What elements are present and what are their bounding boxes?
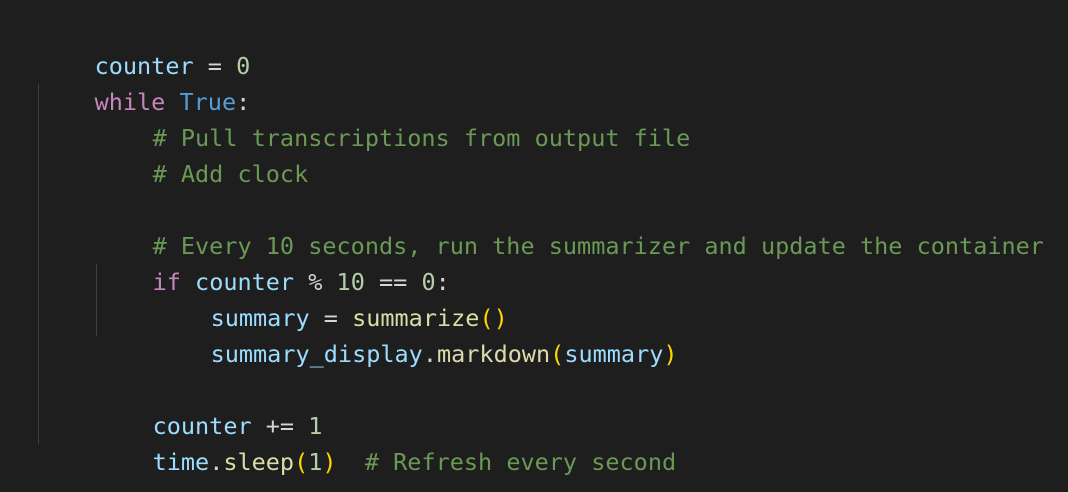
comment: # Refresh every second [364,448,677,476]
code-line-4: # Add clock [96,120,309,188]
open-paren: ( [550,340,565,368]
variable-summary-display: summary_display [210,340,423,368]
comment: # Add clock [152,160,309,188]
argument-summary: summary [564,340,664,368]
dot: . [209,448,224,476]
code-line-2: while True: [38,48,251,116]
code-line-12: time.sleep(1) # Refresh every second [96,408,677,476]
code-editor[interactable]: counter = 0 while True: # Pull transcrip… [0,0,1068,492]
code-line-3: # Pull transcriptions from output file [96,84,691,152]
open-paren: ( [294,448,309,476]
close-paren: ) [322,448,337,476]
function-sleep: sleep [223,448,295,476]
code-line-11: counter += 1 [96,372,323,440]
code-line-6: # Every 10 seconds, run the summarizer a… [96,192,1044,260]
dot: . [422,340,437,368]
method-markdown: markdown [436,340,551,368]
number-literal: 1 [308,448,323,476]
code-line-1: counter = 0 [38,12,251,80]
code-line-7: if counter % 10 == 0: [96,228,450,296]
module-time: time [152,448,210,476]
close-paren: ) [663,340,678,368]
code-line-8: summary = summarize() [154,264,508,332]
code-line-9: summary_display.markdown(summary) [154,300,678,368]
